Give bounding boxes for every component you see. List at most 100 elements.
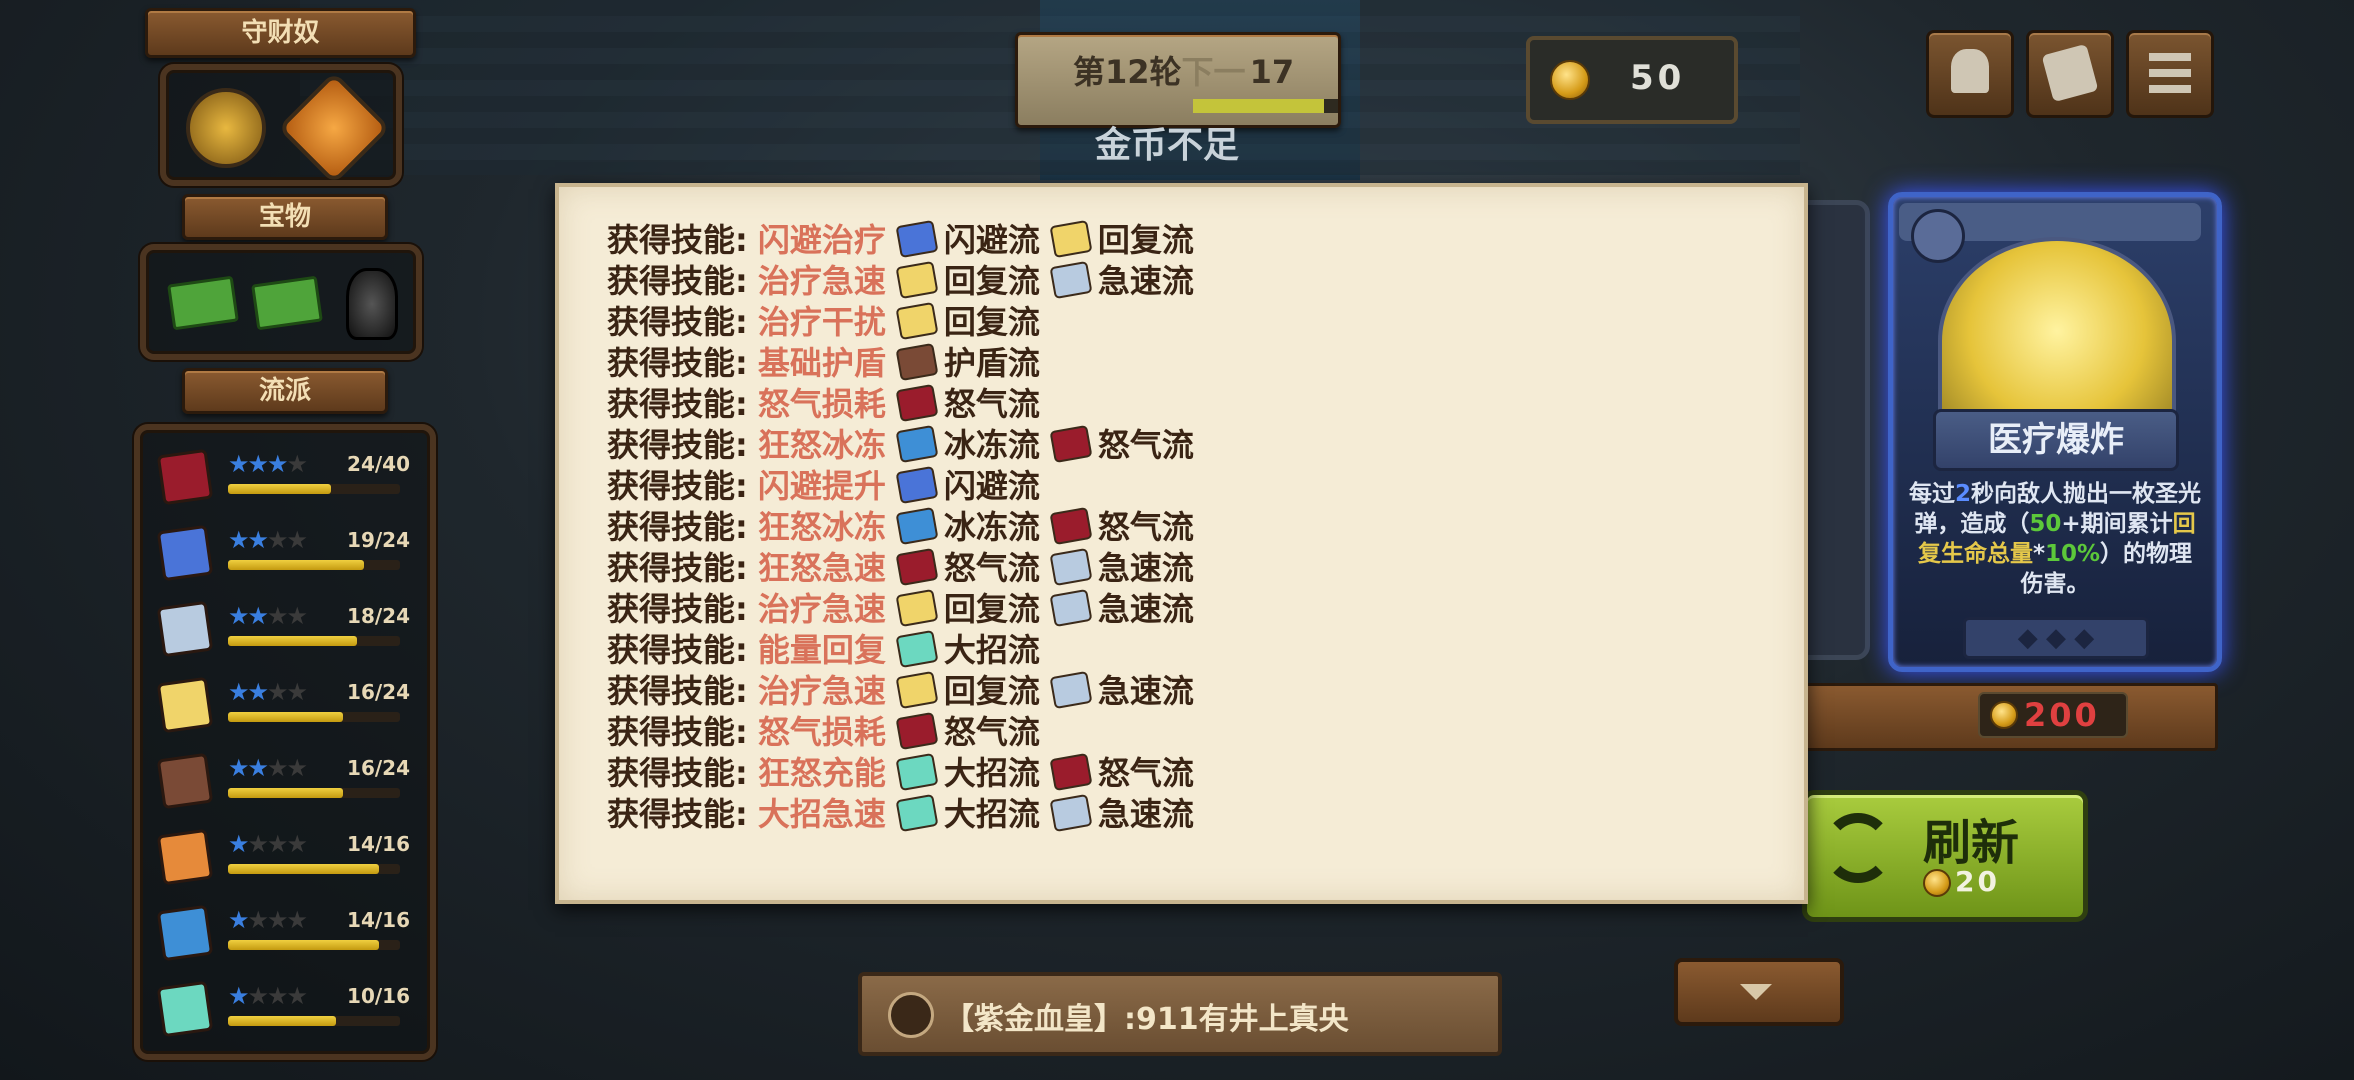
card-price[interactable]: 200 [1978, 692, 2128, 738]
style-row[interactable]: ★★★★ 19/24 [156, 524, 410, 596]
style-tag: 回复流 [895, 584, 1040, 630]
star-rating: ★★★★ [228, 754, 308, 782]
style-row[interactable]: ★★★★ 18/24 [156, 600, 410, 672]
heal-book-icon [156, 676, 214, 734]
style-book-icon [895, 670, 939, 710]
style-row[interactable]: ★★★★ 14/16 [156, 828, 410, 900]
style-tag: 回复流 [895, 256, 1040, 302]
style-tag: 急速流 [1049, 666, 1194, 712]
style-tag-label: 冰冻流 [943, 508, 1040, 546]
horned-helmet-icon[interactable] [346, 268, 398, 340]
skill-log-prefix: 获得技能: [607, 508, 748, 546]
style-progress-bar [228, 712, 400, 722]
expand-button[interactable] [1674, 958, 1844, 1026]
style-book-icon [895, 219, 939, 259]
money-stack-icon[interactable] [167, 275, 239, 331]
refresh-button[interactable]: 刷新 20 [1802, 790, 2088, 922]
round-banner: 第12轮下一 17 [1015, 32, 1341, 128]
coin-pile-icon[interactable] [186, 88, 266, 168]
style-book-icon [895, 383, 939, 423]
style-row[interactable]: ★★★★ 16/24 [156, 752, 410, 824]
style-tag-label: 回复流 [943, 590, 1040, 628]
skill-name: 基础护盾 [757, 344, 886, 382]
skill-log-prefix: 获得技能: [607, 590, 748, 628]
style-book-icon [895, 424, 939, 464]
card-footer-diamonds: ◆ ◆ ◆ [1963, 617, 2149, 659]
skill-name: 治疗急速 [757, 590, 886, 628]
style-book-icon [1049, 547, 1093, 587]
ice-book-icon [156, 904, 214, 962]
style-tag-label: 大招流 [943, 795, 1040, 833]
trophy-button[interactable] [1926, 30, 2014, 118]
star-rating: ★★★★ [228, 906, 308, 934]
style-tag-label: 怒气流 [943, 713, 1040, 751]
style-tag: 大招流 [895, 748, 1040, 794]
skill-name: 狂怒急速 [757, 549, 886, 587]
skill-log-line: 获得技能: 闪避提升 闪避流 [607, 461, 1040, 505]
style-tag-label: 冰冻流 [943, 426, 1040, 464]
style-row[interactable]: ★★★★ 14/16 [156, 904, 410, 976]
skill-log-prefix: 获得技能: [607, 795, 748, 833]
puzzle-icon [1911, 209, 1965, 263]
skill-name: 大招急速 [757, 795, 886, 833]
style-book-icon [895, 588, 939, 628]
style-tag-label: 怒气流 [1097, 754, 1194, 792]
style-tag: 冰冻流 [895, 420, 1040, 466]
chat-message: 【紫金血皇】:911有井上真央 [944, 1002, 1349, 1037]
skill-log-line: 获得技能: 怒气损耗 怒气流 [607, 379, 1040, 423]
gold-medal-icon[interactable] [277, 71, 391, 185]
style-tag-label: 闪避流 [943, 467, 1040, 505]
card-description: 每过2秒向敌人抛出一枚圣光弹，造成（50+期间累计回复生命总量*10%）的物理伤… [1908, 481, 2201, 597]
style-book-icon [895, 547, 939, 587]
rage-book-icon [156, 448, 214, 506]
style-progress-fill [228, 484, 332, 494]
style-row[interactable]: ★★★★ 10/16 [156, 980, 410, 1052]
skill-card[interactable]: 医疗爆炸 每过2秒向敌人抛出一枚圣光弹，造成（50+期间累计回复生命总量*10%… [1888, 192, 2222, 672]
skill-name: 怒气损耗 [757, 713, 886, 751]
style-row[interactable]: ★★★★ 24/40 [156, 448, 410, 520]
style-tag-label: 闪避流 [943, 221, 1040, 259]
star-rating: ★★★★ [228, 982, 308, 1010]
skill-name: 能量回复 [757, 631, 886, 669]
styles-header: 流派 [182, 368, 388, 414]
style-book-icon [895, 629, 939, 669]
scroll-button[interactable] [2026, 30, 2114, 118]
style-progress-bar [228, 636, 400, 646]
style-tag: 回复流 [895, 666, 1040, 712]
coin-icon [1550, 60, 1590, 100]
skill-log-dialog[interactable]: 获得技能: 闪避治疗 闪避流 回复流 获得技能: 治疗急速 回复流 急速流 获得技能: 治疗干扰回… [555, 183, 1808, 904]
skill-log-line: 获得技能: 狂怒冰冻 冰冻流 怒气流 [607, 502, 1194, 546]
style-progress-fill [228, 560, 364, 570]
menu-button[interactable] [2126, 30, 2214, 118]
skill-log-prefix: 获得技能: [607, 672, 748, 710]
style-count: 10/16 [347, 984, 410, 1008]
scroll-icon [2041, 43, 2099, 103]
skill-log-prefix: 获得技能: [607, 385, 748, 423]
style-progress-fill [228, 788, 344, 798]
style-progress-fill [228, 1016, 337, 1026]
skill-log-line: 获得技能: 狂怒冰冻 冰冻流 怒气流 [607, 420, 1194, 464]
money-stack-icon[interactable] [251, 275, 323, 331]
style-count: 19/24 [347, 528, 410, 552]
chat-bar[interactable]: 【紫金血皇】:911有井上真央 [858, 972, 1502, 1056]
style-tag: 急速流 [1049, 543, 1194, 589]
style-progress-bar [228, 560, 400, 570]
skill-name: 治疗干扰 [757, 303, 886, 341]
skill-name: 狂怒冰冻 [757, 426, 886, 464]
style-tag: 冰冻流 [895, 502, 1040, 548]
skill-log-line: 获得技能: 治疗急速 回复流 急速流 [607, 256, 1194, 300]
style-tag: 急速流 [1049, 584, 1194, 630]
skill-name: 狂怒充能 [757, 754, 886, 792]
style-book-icon [1049, 219, 1093, 259]
style-book-icon [895, 260, 939, 300]
style-row[interactable]: ★★★★ 16/24 [156, 676, 410, 748]
style-count: 14/16 [347, 908, 410, 932]
skill-log-line: 获得技能: 闪避治疗 闪避流 回复流 [607, 215, 1194, 259]
style-tag: 怒气流 [1049, 420, 1194, 466]
skill-log-prefix: 获得技能: [607, 303, 748, 341]
star-rating: ★★★★ [228, 450, 308, 478]
style-tag-label: 怒气流 [943, 385, 1040, 423]
style-tag: 怒气流 [895, 707, 1040, 753]
skill-log-prefix: 获得技能: [607, 467, 748, 505]
round-label: 第12轮下一 17 [1073, 53, 1295, 91]
